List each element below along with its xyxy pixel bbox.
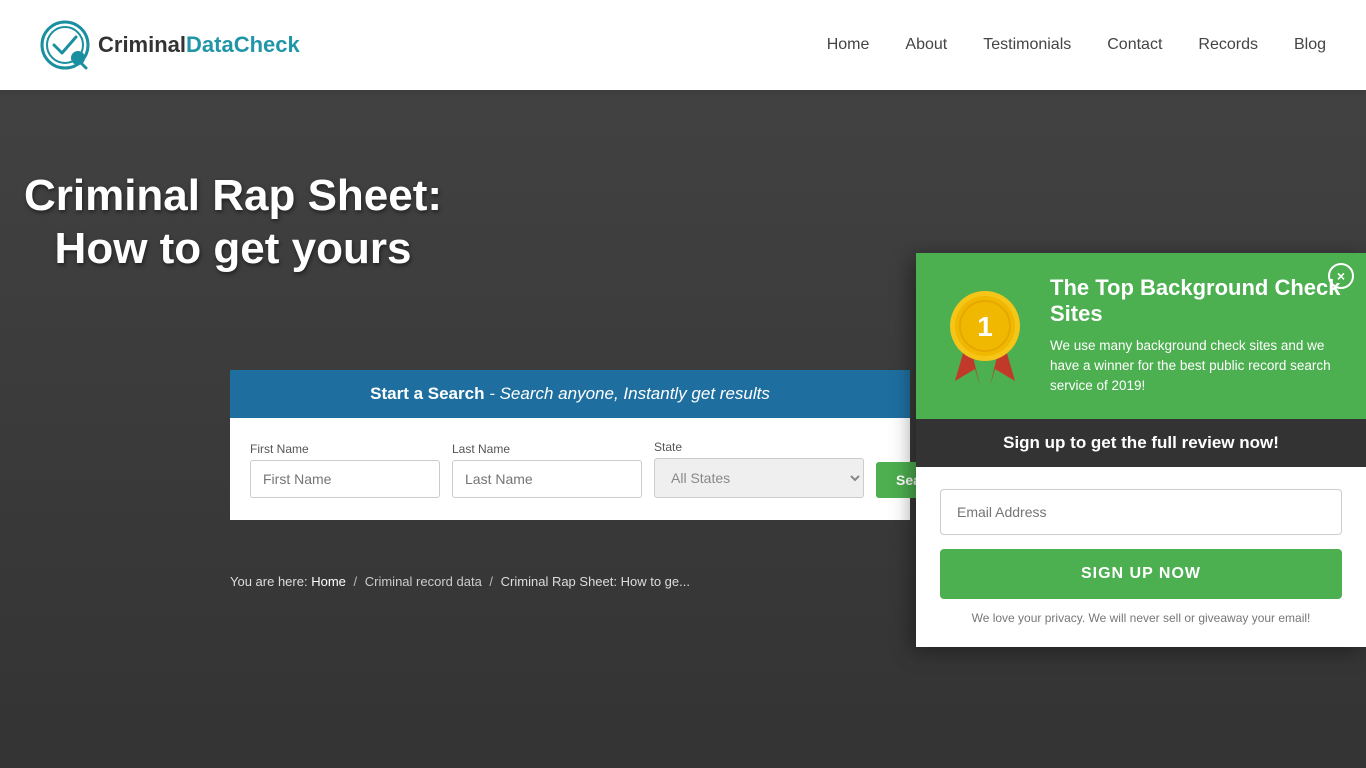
state-label: State <box>654 440 864 454</box>
popup-body: SIGN UP NOW We love your privacy. We wil… <box>916 467 1366 647</box>
nav-contact[interactable]: Contact <box>1107 36 1162 54</box>
search-italic-label: - Search anyone, Instantly get results <box>489 384 770 403</box>
search-header-text: Start a Search - Search anyone, Instantl… <box>370 384 770 403</box>
popup-header: 1 The Top Background Check Sites We use … <box>916 253 1366 419</box>
breadcrumb-current: Criminal Rap Sheet: How to ge... <box>501 574 690 589</box>
search-bold-label: Start a Search <box>370 384 484 403</box>
nav-testimonials[interactable]: Testimonials <box>983 36 1071 54</box>
nav-home[interactable]: Home <box>827 36 870 54</box>
breadcrumb-home[interactable]: Home <box>311 574 346 589</box>
first-name-label: First Name <box>250 442 440 456</box>
breadcrumb-prefix: You are here: <box>230 574 311 589</box>
medal: 1 <box>940 281 1030 391</box>
search-body: First Name Last Name State All States Al… <box>230 418 910 520</box>
main-nav: Home About Testimonials Contact Records … <box>827 36 1326 54</box>
popup-subtitle: Sign up to get the full review now! <box>940 433 1342 453</box>
email-input[interactable] <box>940 489 1342 535</box>
logo-icon <box>40 20 90 70</box>
state-select[interactable]: All States Alabama Alaska Arizona Califo… <box>654 458 864 498</box>
logo[interactable]: CriminalDataCheck <box>40 20 300 70</box>
popup-close-button[interactable]: × <box>1328 263 1354 289</box>
first-name-input[interactable] <box>250 460 440 498</box>
site-header: CriminalDataCheck Home About Testimonial… <box>0 0 1366 90</box>
nav-about[interactable]: About <box>905 36 947 54</box>
last-name-label: Last Name <box>452 442 642 456</box>
search-header: Start a Search - Search anyone, Instantl… <box>230 370 910 418</box>
breadcrumb-criminal-record[interactable]: Criminal record data <box>365 574 482 589</box>
state-field: State All States Alabama Alaska Arizona … <box>654 440 864 498</box>
popup-description: We use many background check sites and w… <box>1050 336 1342 397</box>
hero-title: Criminal Rap Sheet: How to get yours <box>0 170 466 276</box>
popup-title: The Top Background Check Sites <box>1050 275 1342 328</box>
search-box: Start a Search - Search anyone, Instantl… <box>230 370 910 520</box>
last-name-field: Last Name <box>452 442 642 498</box>
nav-records[interactable]: Records <box>1198 36 1258 54</box>
logo-text: CriminalDataCheck <box>98 32 300 58</box>
first-name-field: First Name <box>250 442 440 498</box>
popup-subtitle-bar: Sign up to get the full review now! <box>916 419 1366 467</box>
popup-modal: 1 The Top Background Check Sites We use … <box>916 253 1366 647</box>
privacy-text: We love your privacy. We will never sell… <box>940 611 1342 625</box>
signup-button[interactable]: SIGN UP NOW <box>940 549 1342 599</box>
breadcrumb: You are here: Home / Criminal record dat… <box>230 574 690 589</box>
svg-text:1: 1 <box>977 311 993 342</box>
nav-blog[interactable]: Blog <box>1294 36 1326 54</box>
last-name-input[interactable] <box>452 460 642 498</box>
